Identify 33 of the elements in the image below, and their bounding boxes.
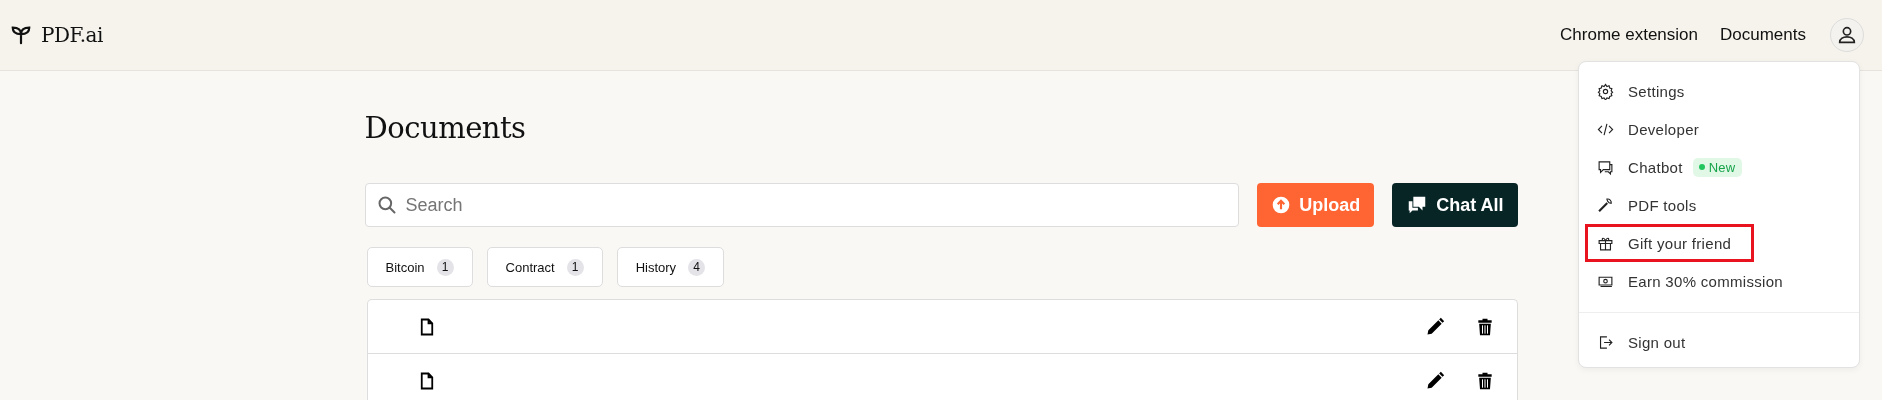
tag-filter[interactable]: Bitcoin 1 [366, 247, 473, 287]
new-badge: New [1692, 157, 1742, 177]
menu-label: Earn 30% commission [1628, 272, 1783, 290]
menu-item[interactable]: PDF tools [1585, 186, 1709, 224]
menu-item[interactable]: Settings [1585, 72, 1697, 110]
menu-label: PDF tools [1628, 196, 1697, 214]
sign-out-icon [1597, 333, 1614, 351]
menu-label: Sign out [1628, 333, 1686, 351]
menu-label: Developer [1628, 120, 1700, 138]
menu-item[interactable]: Chatbot New [1585, 148, 1754, 186]
sign-out-item[interactable]: Sign out [1585, 323, 1698, 361]
sprout-icon [10, 24, 32, 46]
upload-icon [1271, 195, 1292, 215]
menu-item[interactable]: Developer [1585, 110, 1712, 148]
logo-text[interactable]: PDF.ai [41, 23, 103, 47]
search-field[interactable]: Search [364, 183, 1240, 227]
menu-label: Settings [1628, 82, 1685, 100]
tag-filter[interactable]: Contract 1 [486, 247, 603, 287]
chat-all-button[interactable]: Chat All [1392, 183, 1518, 227]
menu-label: Gift your friend [1628, 234, 1732, 252]
nav-link[interactable]: Chrome extension [1560, 25, 1698, 45]
chat-icon [1597, 158, 1614, 176]
menu-label: Chatbot [1628, 158, 1683, 176]
menu-item[interactable]: Earn 30% commission [1585, 262, 1795, 300]
menu-item[interactable]: Gift your friend [1585, 224, 1755, 262]
avatar-button[interactable] [1830, 18, 1864, 52]
edit-button[interactable] [1424, 316, 1445, 337]
edit-button[interactable] [1424, 370, 1445, 391]
tag-filter[interactable]: History 4 [616, 247, 725, 287]
user-icon [1836, 24, 1858, 46]
nav-link[interactable]: Documents [1720, 25, 1806, 45]
settings-icon [1597, 82, 1614, 100]
page-title: Documents [364, 111, 527, 145]
